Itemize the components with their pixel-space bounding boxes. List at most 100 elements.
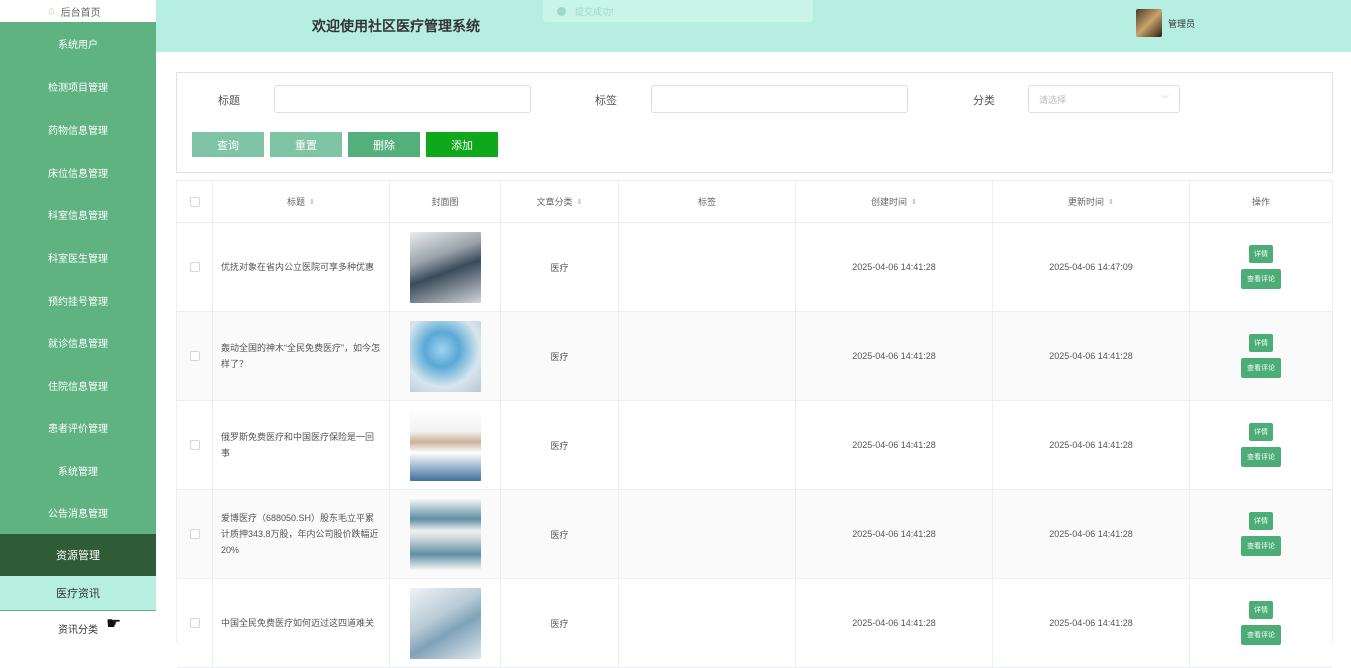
sort-icon: ⇕ xyxy=(911,198,917,206)
cover-cell xyxy=(390,312,501,400)
admin-name: 管理员 xyxy=(1168,18,1196,29)
sidebar-item-notices[interactable]: 公告消息管理 xyxy=(0,491,156,533)
tag-cell xyxy=(619,312,796,400)
updated-cell: 2025-04-06 14:41:28 xyxy=(993,312,1190,400)
created-cell: 2025-04-06 14:41:28 xyxy=(796,312,993,400)
table-row: 中国全民免费医疗如何迈过这四道难关 医疗 2025-04-06 14:41:28… xyxy=(177,579,1332,668)
select-all-cell xyxy=(177,181,213,222)
detail-button[interactable]: 详情 xyxy=(1249,512,1273,530)
col-tag: 标签 xyxy=(619,181,796,222)
sidebar-item-doctors[interactable]: 科室医生管理 xyxy=(0,236,156,278)
row-checkbox[interactable] xyxy=(189,618,200,628)
cover-cell xyxy=(390,579,501,667)
sidebar-home[interactable]: ⌂ 后台首页 xyxy=(0,0,156,22)
table-row: 轰动全国的神木“全民免费医疗”，如今怎样了？ 医疗 2025-04-06 14:… xyxy=(177,312,1332,401)
delete-button[interactable]: 删除 xyxy=(348,132,420,157)
sidebar-item-reviews[interactable]: 患者评价管理 xyxy=(0,406,156,448)
cover-image[interactable] xyxy=(409,320,481,392)
col-ops: 操作 xyxy=(1190,181,1332,222)
success-icon xyxy=(557,6,566,16)
row-checkbox[interactable] xyxy=(189,351,200,361)
title-cell: 俄罗斯免费医疗和中国医疗保险是一回事 xyxy=(213,401,390,489)
row-select-cell xyxy=(177,312,213,400)
sidebar-item-appointments[interactable]: 预约挂号管理 xyxy=(0,279,156,321)
row-checkbox[interactable] xyxy=(189,440,200,450)
col-updated[interactable]: 更新时间 ⇕ xyxy=(993,181,1190,222)
row-checkbox[interactable] xyxy=(189,529,200,539)
reset-button[interactable]: 重置 xyxy=(270,132,342,157)
sidebar-item-users[interactable]: 系统用户 xyxy=(0,22,156,64)
col-created[interactable]: 创建时间 ⇕ xyxy=(796,181,993,222)
view-comments-button[interactable]: 查看评论 xyxy=(1241,536,1281,556)
table-row: 爱博医疗（688050.SH）股东毛立平累计质押343.8万股，年内公司股价跌幅… xyxy=(177,490,1332,579)
cover-image[interactable] xyxy=(409,498,481,570)
view-comments-button[interactable]: 查看评论 xyxy=(1241,447,1281,467)
sidebar-item-inspection[interactable]: 检测项目管理 xyxy=(0,65,156,107)
sidebar-item-drugs[interactable]: 药物信息管理 xyxy=(0,108,156,150)
detail-button[interactable]: 详情 xyxy=(1249,423,1273,441)
sidebar-item-visits[interactable]: 就诊信息管理 xyxy=(0,321,156,363)
col-title[interactable]: 标题 ⇕ xyxy=(213,181,390,222)
category-cell: 医疗 xyxy=(501,401,619,489)
view-comments-button[interactable]: 查看评论 xyxy=(1241,625,1281,645)
sort-icon: ⇕ xyxy=(309,198,315,206)
detail-button[interactable]: 详情 xyxy=(1249,601,1273,619)
table-row: 俄罗斯免费医疗和中国医疗保险是一回事 医疗 2025-04-06 14:41:2… xyxy=(177,401,1332,490)
ops-cell: 详情 查看评论 xyxy=(1190,401,1332,489)
updated-cell: 2025-04-06 14:47:09 xyxy=(993,223,1190,311)
sort-icon: ⇕ xyxy=(1108,198,1114,206)
success-toast: 提交成功! xyxy=(543,0,813,22)
sidebar-item-resources[interactable]: 资源管理 xyxy=(0,534,156,576)
add-button[interactable]: 添加 xyxy=(426,132,498,157)
detail-button[interactable]: 详情 xyxy=(1249,334,1273,352)
category-cell: 医疗 xyxy=(501,579,619,667)
home-icon: ⌂ xyxy=(48,5,55,17)
col-category[interactable]: 文章分类 ⇕ xyxy=(501,181,619,222)
view-comments-button[interactable]: 查看评论 xyxy=(1241,358,1281,378)
cover-image[interactable] xyxy=(409,587,481,659)
row-checkbox[interactable] xyxy=(189,262,200,272)
view-comments-button[interactable]: 查看评论 xyxy=(1241,269,1281,289)
category-placeholder: 请选择 xyxy=(1039,94,1067,105)
ops-cell: 详情 查看评论 xyxy=(1190,223,1332,311)
col-ops-label: 操作 xyxy=(1251,197,1270,207)
cover-image[interactable] xyxy=(409,409,481,481)
row-select-cell xyxy=(177,401,213,489)
col-cover: 封面图 xyxy=(390,181,501,222)
col-created-label: 创建时间 xyxy=(871,197,908,207)
sidebar-sub-medical-news[interactable]: 医疗资讯 xyxy=(0,576,156,610)
tag-cell xyxy=(619,490,796,578)
sidebar-item-hospitalization[interactable]: 住院信息管理 xyxy=(0,364,156,406)
updated-cell: 2025-04-06 14:41:28 xyxy=(993,579,1190,667)
sidebar-sub-news-category[interactable]: 资讯分类 xyxy=(0,611,156,645)
category-cell: 医疗 xyxy=(501,490,619,578)
category-label: 分类 xyxy=(973,95,995,107)
tag-cell xyxy=(619,579,796,667)
category-select[interactable]: 请选择 ﹀ xyxy=(1028,85,1180,113)
title-cell: 中国全民免费医疗如何迈过这四道难关 xyxy=(213,579,390,667)
sidebar: ⌂ 后台首页 系统用户 检测项目管理 药物信息管理 床位信息管理 科室信息管理 … xyxy=(0,0,156,645)
news-table: 标题 ⇕ 封面图 文章分类 ⇕ 标签 创建时间 ⇕ 更新时间 ⇕ 操作 优抚对象在省内公… xyxy=(176,180,1333,668)
admin-menu[interactable]: 管理员 xyxy=(1136,9,1195,37)
col-updated-label: 更新时间 xyxy=(1068,197,1105,207)
created-cell: 2025-04-06 14:41:28 xyxy=(796,579,993,667)
cover-image[interactable] xyxy=(409,231,481,303)
col-category-label: 文章分类 xyxy=(536,197,573,207)
tag-input[interactable] xyxy=(651,85,908,113)
toast-text: 提交成功! xyxy=(575,6,614,17)
title-input[interactable] xyxy=(274,85,531,113)
sidebar-item-departments[interactable]: 科室信息管理 xyxy=(0,193,156,235)
category-cell: 医疗 xyxy=(501,312,619,400)
title-cell: 轰动全国的神木“全民免费医疗”，如今怎样了？ xyxy=(213,312,390,400)
select-all-checkbox[interactable] xyxy=(189,196,200,207)
hand-cursor-icon: ☛ xyxy=(106,614,122,633)
sidebar-item-beds[interactable]: 床位信息管理 xyxy=(0,151,156,193)
detail-button[interactable]: 详情 xyxy=(1249,245,1273,263)
search-panel: 标题 标签 分类 请选择 ﹀ 查询 重置 删除 添加 xyxy=(176,72,1333,173)
row-select-cell xyxy=(177,579,213,667)
sidebar-item-system[interactable]: 系统管理 xyxy=(0,449,156,491)
query-button[interactable]: 查询 xyxy=(192,132,264,157)
title-cell: 爱博医疗（688050.SH）股东毛立平累计质押343.8万股，年内公司股价跌幅… xyxy=(213,490,390,578)
tag-cell xyxy=(619,223,796,311)
row-select-cell xyxy=(177,223,213,311)
